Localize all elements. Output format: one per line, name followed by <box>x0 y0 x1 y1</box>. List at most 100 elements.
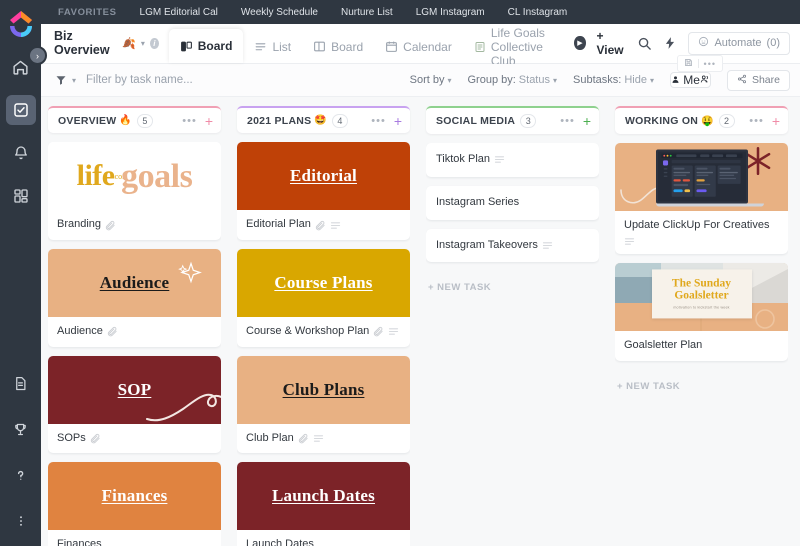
favorite-item[interactable]: Nurture List <box>341 7 393 18</box>
task-card[interactable]: Instagram Series <box>426 185 599 220</box>
chevron-down-icon: ▾ <box>552 75 557 85</box>
tab-board[interactable]: Board <box>302 30 374 63</box>
board-column: OVERVIEW 🔥 5 ••• + life co. goals Branding <box>48 106 221 546</box>
share-button[interactable]: Share <box>726 69 790 91</box>
add-task-icon[interactable]: + <box>583 114 591 128</box>
card-cover-image: The Sunday Goalsletter motivation to kic… <box>615 262 788 331</box>
notifications-icon[interactable] <box>6 138 36 168</box>
task-name: Audience <box>57 324 103 337</box>
task-card[interactable]: Finances Finances <box>48 462 221 546</box>
docs-icon[interactable] <box>6 368 36 398</box>
person-icon <box>671 73 683 87</box>
column-header[interactable]: 2021 PLANS 🤩 4 ••• + <box>237 106 410 134</box>
task-card[interactable]: Course Plans Course & Workshop Plan <box>237 248 410 347</box>
dashboards-icon[interactable] <box>6 181 36 211</box>
search-input[interactable]: Filter by task name... <box>86 74 193 86</box>
help-icon[interactable] <box>6 460 36 490</box>
column-header[interactable]: OVERVIEW 🔥 5 ••• + <box>48 106 221 134</box>
calendar-icon <box>385 40 398 53</box>
sort-by-button[interactable]: Sort by ▾ <box>410 74 452 86</box>
automate-button[interactable]: Automate (0) <box>688 31 790 55</box>
task-name: Launch Dates <box>246 538 314 546</box>
column-emoji-icon: 🤩 <box>314 115 327 127</box>
add-task-icon[interactable]: + <box>772 114 780 128</box>
board-active-icon <box>180 40 193 53</box>
favorite-item[interactable]: Weekly Schedule <box>241 7 318 18</box>
subtasks-button[interactable]: Subtasks: Hide ▾ <box>573 74 654 86</box>
newsletter-title: The Sunday Goalsletter <box>671 277 732 302</box>
clickup-logo-icon[interactable] <box>6 7 36 39</box>
more-icon[interactable] <box>6 506 36 536</box>
me-filter-button[interactable]: Me <box>671 73 700 87</box>
sidebar-expand-toggle[interactable]: › <box>28 46 47 65</box>
view-save-controls: ••• <box>676 55 723 72</box>
card-cover-art: Club Plans <box>237 355 410 424</box>
assignees-filter-button[interactable] <box>700 73 710 87</box>
task-card[interactable]: Editorial Editorial Plan <box>237 142 410 240</box>
tab-life-goals-collective-club[interactable]: Life Goals Collective Club <box>463 26 574 68</box>
page-title: Biz Overview <box>54 29 110 57</box>
main-area: FAVORITES LGM Editorial Cal Weekly Sched… <box>41 0 800 546</box>
filter-chevron-down-icon[interactable]: ▾ <box>72 76 76 85</box>
task-card[interactable]: Instagram Takeovers <box>426 228 599 263</box>
board-columns: OVERVIEW 🔥 5 ••• + life co. goals Branding <box>41 97 800 546</box>
cover-title: Editorial <box>290 166 357 186</box>
favorite-item[interactable]: LGM Editorial Cal <box>140 7 218 18</box>
newsletter-subtitle: motivation to kickstart the week <box>673 305 730 310</box>
task-card[interactable]: Audience Audience <box>48 248 221 347</box>
group-by-button[interactable]: Group by: Status ▾ <box>467 74 557 86</box>
card-cover-art: Course Plans <box>237 248 410 317</box>
attachment-icon <box>298 433 309 444</box>
lightning-icon[interactable] <box>663 35 677 51</box>
task-card[interactable]: Launch Dates Launch Dates <box>237 462 410 546</box>
divider <box>697 59 699 68</box>
tasks-icon[interactable] <box>5 95 36 125</box>
add-view-button[interactable]: + View <box>597 29 627 57</box>
task-card[interactable]: The Sunday Goalsletter motivation to kic… <box>615 262 788 361</box>
favorites-bar: FAVORITES LGM Editorial Cal Weekly Sched… <box>41 0 800 24</box>
board-column: 2021 PLANS 🤩 4 ••• + Editorial Editorial… <box>237 106 410 546</box>
new-task-button[interactable]: + NEW TASK <box>615 381 788 392</box>
column-count: 5 <box>136 113 153 128</box>
column-more-icon[interactable]: ••• <box>560 116 575 127</box>
task-card[interactable]: Update ClickUp For Creatives <box>615 143 788 254</box>
add-task-icon[interactable]: + <box>205 114 213 128</box>
task-name: Club Plan <box>246 431 294 444</box>
tab-board-active[interactable]: Board <box>168 29 244 63</box>
favorite-item[interactable]: CL Instagram <box>508 7 568 18</box>
save-icon[interactable] <box>684 58 693 69</box>
chevron-down-icon[interactable]: ▾ <box>141 39 145 48</box>
add-task-icon[interactable]: + <box>394 114 402 128</box>
search-icon[interactable] <box>637 36 652 51</box>
doc-icon <box>474 41 486 53</box>
task-name: Branding <box>57 218 102 231</box>
sort-by-label: Sort by <box>409 74 445 86</box>
column-header[interactable]: SOCIAL MEDIA 3 ••• + <box>426 106 599 134</box>
favorite-item[interactable]: LGM Instagram <box>416 7 485 18</box>
tab-list[interactable]: List <box>243 30 302 63</box>
task-card[interactable]: life co. goals Branding <box>48 142 221 240</box>
task-card[interactable]: Club Plans Club Plan <box>237 355 410 454</box>
task-card[interactable]: SOP SOPs <box>48 355 221 454</box>
column-more-icon[interactable]: ••• <box>371 115 386 126</box>
task-name: Goalsletter Plan <box>624 338 703 351</box>
column-header[interactable]: WORKING ON 🤑 2 ••• + <box>615 106 788 134</box>
assignee-filter-group: Me <box>669 72 711 88</box>
task-card[interactable]: Tiktok Plan <box>426 143 599 177</box>
me-label: Me <box>683 73 700 87</box>
tab-calendar[interactable]: Calendar <box>374 30 463 63</box>
info-icon[interactable]: i <box>149 37 159 49</box>
logo-life-text: life <box>76 159 115 193</box>
trophy-icon[interactable] <box>6 414 36 444</box>
view-more-icon[interactable]: ••• <box>704 59 716 68</box>
logo-goals-text: goals <box>121 157 193 195</box>
card-cover-image <box>615 143 788 211</box>
column-more-icon[interactable]: ••• <box>749 116 764 127</box>
space-emoji-icon: 🍂 <box>122 37 136 50</box>
attachment-icon <box>373 326 384 337</box>
filter-icon[interactable] <box>55 74 67 86</box>
column-more-icon[interactable]: ••• <box>182 115 197 126</box>
new-task-button[interactable]: + NEW TASK <box>426 282 599 293</box>
tab-label: Board <box>331 39 364 54</box>
play-icon[interactable]: ▶ <box>574 36 586 50</box>
